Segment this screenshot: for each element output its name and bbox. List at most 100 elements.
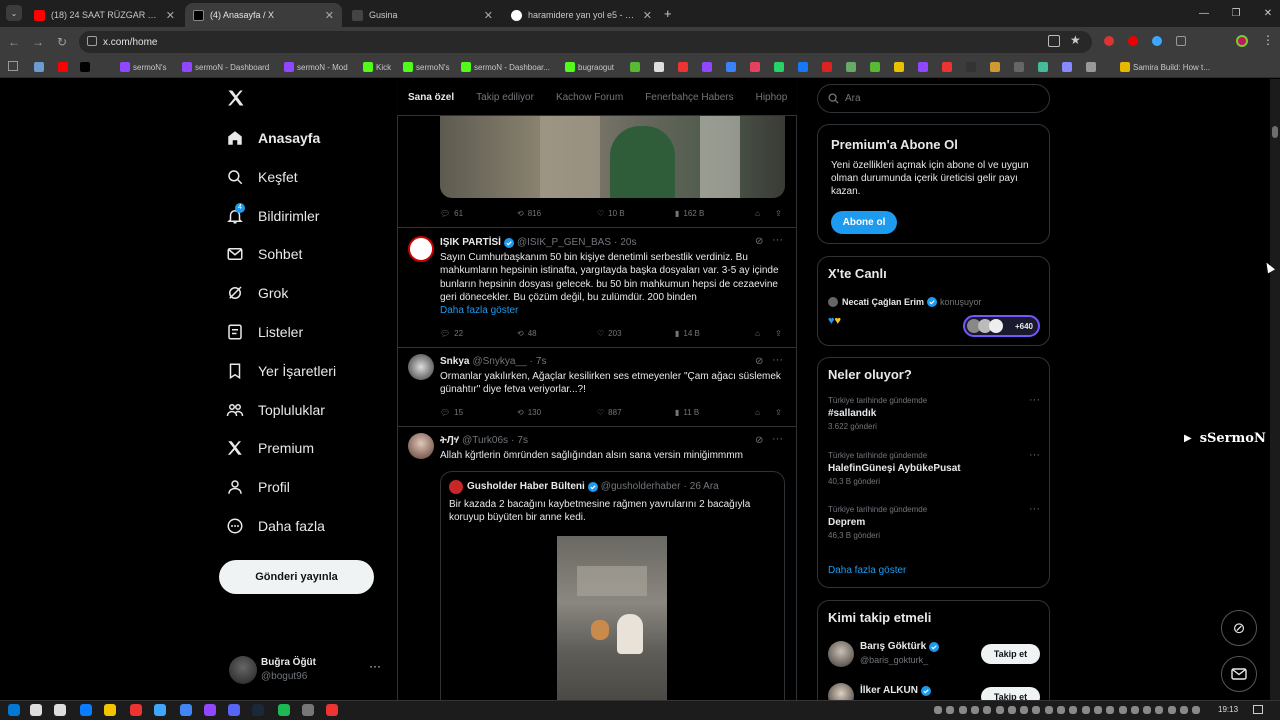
follow-button[interactable]: Takip et — [981, 644, 1040, 664]
tweet-media-image[interactable] — [440, 116, 785, 198]
live-card[interactable]: X'te Canlı Necati Çağlan Erim konuşuyor … — [817, 256, 1050, 346]
tweet-time[interactable]: 7s — [536, 356, 547, 367]
reply-button[interactable]: 💬︎ 22 — [440, 326, 517, 340]
taskbar-app-icon[interactable] — [302, 704, 314, 716]
nav-item-search[interactable]: Keşfet — [226, 165, 298, 189]
more-dots-icon[interactable]: ··· — [1029, 394, 1040, 406]
bookmark-item[interactable]: Kick — [363, 59, 391, 75]
like-button[interactable]: ♡ 887 — [597, 405, 675, 419]
author-name[interactable]: IŞIK PARTİSİ — [440, 237, 501, 248]
timeline-tab[interactable]: Kachow Forum — [545, 92, 634, 103]
browser-tab-2[interactable]: (4) Anasayfa / X ✕ — [185, 3, 342, 27]
trend-item[interactable]: Türkiye tarihinde gündemde Deprem 46,3 B g… — [828, 503, 1040, 551]
reply-button[interactable]: 💬︎ 61 — [440, 206, 517, 220]
search-input[interactable]: Ara — [817, 84, 1050, 113]
suggest-name[interactable]: Barış Göktürk — [860, 641, 926, 652]
tray-icon[interactable] — [1057, 706, 1065, 714]
bookmark-icon[interactable] — [1014, 62, 1024, 72]
bookmark-icon[interactable] — [1062, 62, 1072, 72]
bookmark-item[interactable]: sermoN - Dashboar... — [461, 59, 550, 75]
bookmark-icon[interactable] — [894, 62, 904, 72]
more-dots-icon[interactable]: ··· — [772, 354, 783, 366]
timeline-tab[interactable]: Sana özel — [397, 92, 465, 103]
author-handle[interactable]: @ISIK_P_GEN_BAS — [517, 237, 611, 248]
grok-icon[interactable]: ⊘ — [755, 236, 763, 247]
forward-icon[interactable]: → — [29, 33, 47, 51]
extension-icon[interactable] — [1128, 36, 1138, 46]
trend-item[interactable]: Türkiye tarihinde gündemde HalefinGüneşi … — [828, 449, 1040, 497]
post-button[interactable]: Gönderi yayınla — [219, 560, 374, 594]
taskbar-app-icon[interactable] — [252, 704, 264, 716]
taskbar-app-icon[interactable] — [54, 704, 66, 716]
share-button[interactable]: ⇪ — [775, 405, 782, 419]
tray-icon[interactable] — [970, 706, 979, 714]
nav-item-bookmark[interactable]: Yer İşaretleri — [226, 359, 336, 383]
taskbar-app-icon[interactable] — [154, 704, 166, 716]
tweet[interactable]: IŞIK PARTİSİ @ISIK_P_GEN_BAS · 20s ⊘ ··· S… — [398, 228, 796, 348]
close-window-button[interactable]: ✕ — [1252, 0, 1280, 27]
views-button[interactable]: ▮ 162 B — [675, 206, 755, 220]
address-bar[interactable]: x.com/home — [79, 31, 1092, 53]
bookmark-icon[interactable] — [630, 62, 640, 72]
bookmark-item[interactable]: sermoN's — [120, 59, 167, 75]
tray-icon[interactable] — [946, 706, 955, 714]
bookmark-item[interactable] — [34, 59, 44, 75]
taskbar-app-icon[interactable] — [80, 704, 92, 716]
timeline-tab[interactable]: Takip ediliyor — [465, 92, 545, 103]
grok-icon[interactable]: ⊘ — [755, 356, 763, 367]
tray-icon[interactable] — [995, 706, 1004, 714]
bookmark-item[interactable] — [58, 59, 68, 75]
bookmark-item[interactable]: bugraogut — [565, 59, 614, 75]
browser-tab-3[interactable]: Gusina ✕ — [344, 3, 501, 27]
repost-button[interactable]: ⟲ 48 — [517, 326, 597, 340]
profile-avatar[interactable] — [1236, 35, 1248, 47]
bookmark-icon[interactable] — [942, 62, 952, 72]
extension-icon[interactable] — [1152, 36, 1162, 46]
more-dots-icon[interactable]: ··· — [1029, 503, 1040, 515]
author-handle[interactable]: @Snykya__ — [472, 356, 526, 367]
share-button[interactable]: ⇪ — [775, 326, 782, 340]
bookmark-item[interactable]: Samira Build: How t... — [1120, 59, 1210, 75]
bookmark-icon[interactable] — [870, 62, 880, 72]
close-icon[interactable]: ✕ — [166, 9, 175, 22]
bookmark-icon[interactable] — [678, 62, 688, 72]
bookmark-icon[interactable] — [846, 62, 856, 72]
nav-item-people[interactable]: Topluluklar — [226, 398, 325, 422]
bookmark-icon[interactable] — [726, 62, 736, 72]
menu-icon[interactable]: ⋮ — [1262, 33, 1274, 47]
taskbar-app-icon[interactable] — [228, 704, 240, 716]
more-dots-icon[interactable]: ··· — [369, 659, 381, 673]
repost-button[interactable]: ⟲ 130 — [517, 405, 597, 419]
tweet[interactable]: ትԒሃ @Turk06s · 7s ⊘ ··· Allah kğrtlerin öm… — [398, 427, 796, 711]
minimize-button[interactable]: — — [1188, 0, 1220, 27]
views-button[interactable]: ▮ 11 B — [675, 405, 755, 419]
install-app-icon[interactable] — [1048, 35, 1060, 47]
nav-item-person[interactable]: Profil — [226, 475, 290, 499]
tray-icon[interactable] — [1180, 706, 1188, 714]
more-dots-icon[interactable]: ··· — [1029, 449, 1040, 461]
share-button[interactable]: ⇪ — [775, 206, 782, 220]
extension-icon[interactable] — [1104, 36, 1114, 46]
tray-icon[interactable] — [1192, 706, 1201, 714]
author-name[interactable]: ትԒሃ — [440, 435, 459, 446]
taskbar-app-icon[interactable] — [30, 704, 42, 716]
notification-icon[interactable] — [1253, 705, 1263, 714]
tray-icon[interactable] — [1020, 706, 1029, 714]
new-tab-button[interactable]: + — [664, 6, 672, 21]
tray-icon[interactable] — [1155, 706, 1164, 714]
tray-icon[interactable] — [1118, 706, 1127, 714]
trend-item[interactable]: Türkiye tarihinde gündemde #sallandık 3.62… — [828, 394, 1040, 442]
tweet[interactable]: Snkya @Snykya__ · 7s ⊘ ··· Ormanlar yakılı… — [398, 348, 796, 427]
tray-icon[interactable] — [958, 706, 967, 714]
bookmark-item[interactable] — [80, 59, 90, 75]
bookmark-icon[interactable] — [918, 62, 928, 72]
star-icon[interactable]: ★ — [1070, 33, 1081, 47]
taskbar-app-icon[interactable] — [8, 704, 20, 716]
reload-icon[interactable]: ↻ — [53, 33, 71, 51]
cat-video-thumbnail[interactable] — [557, 536, 667, 701]
nav-item-more-circle[interactable]: Daha fazla — [226, 514, 325, 538]
nav-item-x-logo[interactable]: Premium — [226, 436, 314, 460]
nav-item-grok[interactable]: Grok — [226, 281, 288, 305]
repost-button[interactable]: ⟲ 816 — [517, 206, 597, 220]
show-more-trends-link[interactable]: Daha fazla göster — [828, 565, 906, 576]
